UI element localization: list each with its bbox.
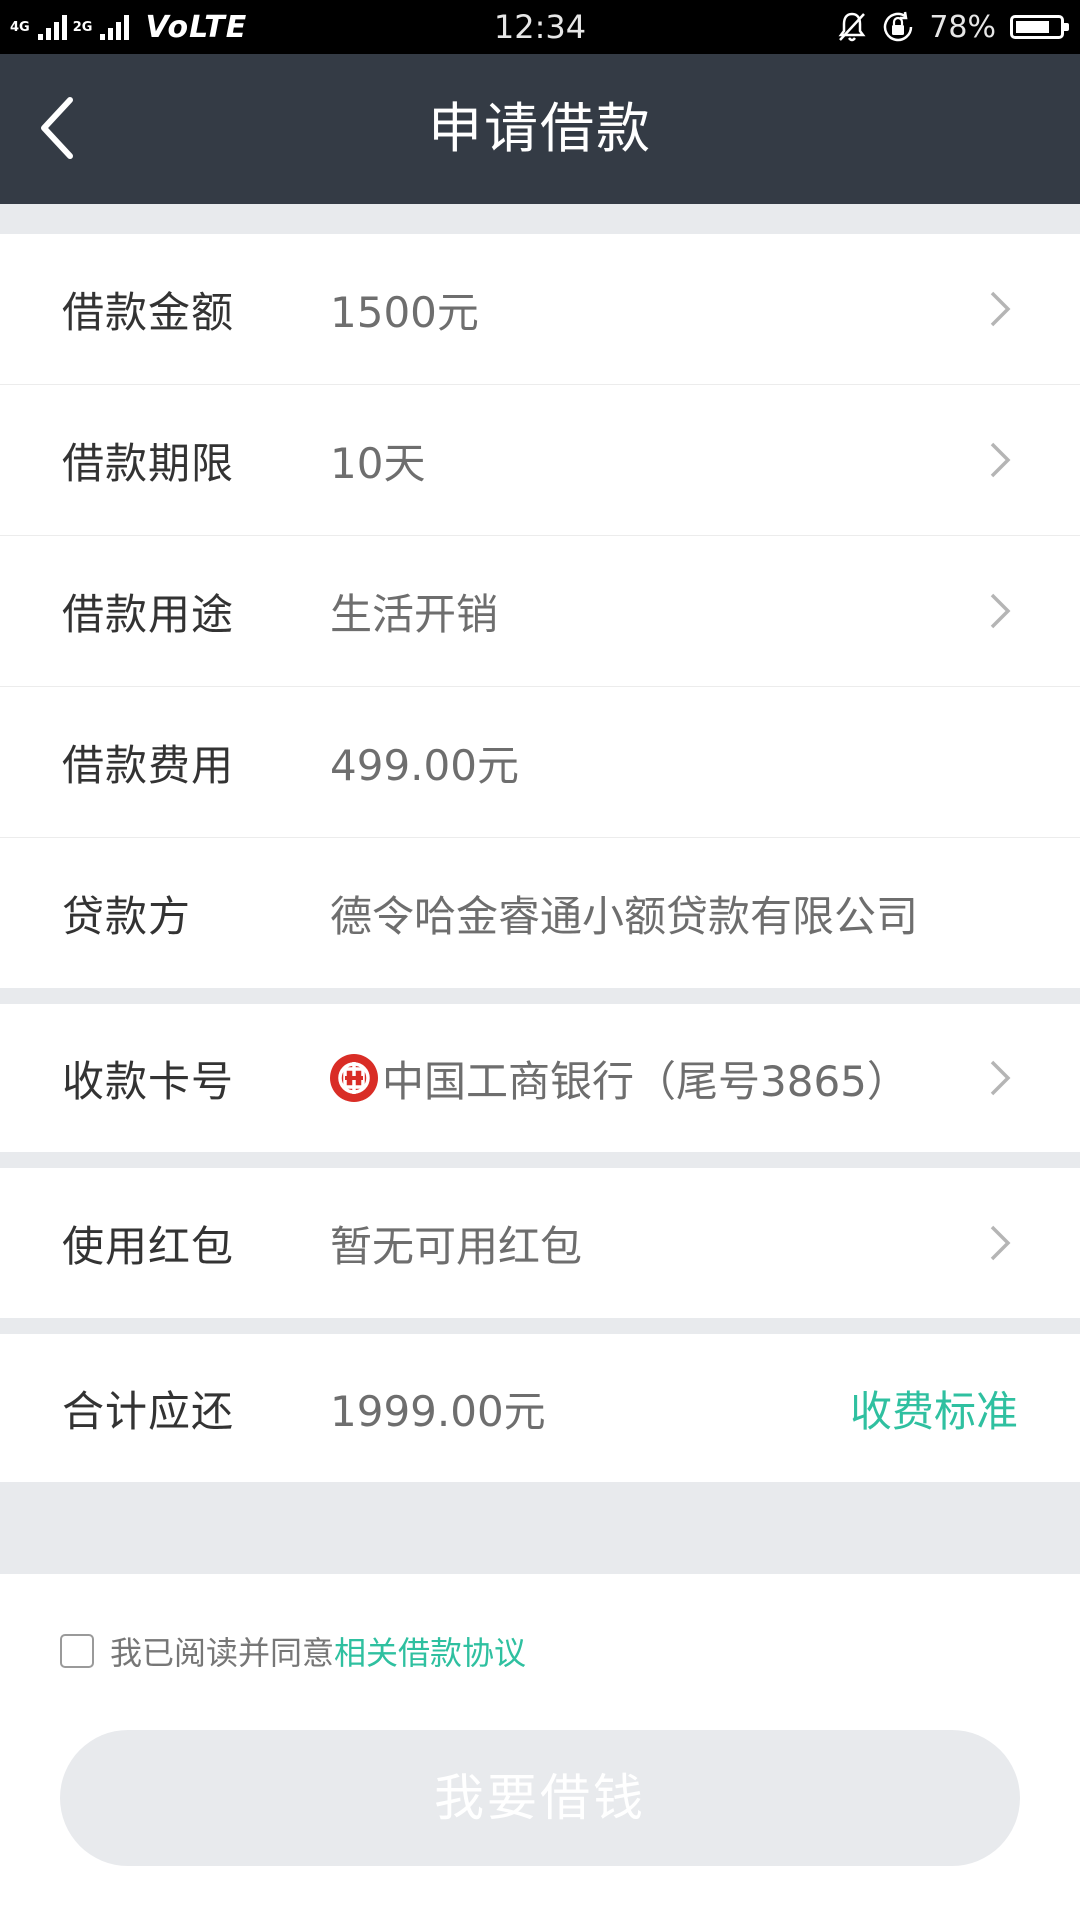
loan-amount-row[interactable]: 借款金额 1500元 (0, 234, 1080, 385)
row-value: 暂无可用红包 (330, 1221, 583, 1271)
row-label: 借款费用 (62, 740, 235, 790)
header: 申请借款 (0, 54, 1080, 204)
borrow-button[interactable]: 我要借钱 (60, 1730, 1020, 1866)
agreement-checkbox[interactable] (60, 1634, 94, 1668)
page-title: 申请借款 (428, 97, 652, 160)
section-separator (0, 1318, 1080, 1334)
status-icons: 78% (837, 0, 1069, 54)
mute-icon (838, 12, 866, 42)
icbc-logo-icon (330, 1054, 378, 1102)
row-value: 1500元 (330, 287, 479, 337)
row-value: 德令哈金睿通小额贷款有限公司 (330, 891, 919, 941)
agreement-link[interactable]: 相关借款协议 (334, 1628, 526, 1674)
row-value: 499.00元 (330, 740, 519, 790)
battery-icon (1010, 15, 1069, 39)
battery-level (1016, 21, 1049, 33)
chevron-right-icon (990, 1225, 1011, 1261)
section-separator (0, 1482, 1080, 1574)
lender-row: 贷款方 德令哈金睿通小额贷款有限公司 (0, 838, 1080, 988)
row-label: 合计应还 (62, 1386, 235, 1436)
chevron-right-icon (990, 1060, 1011, 1096)
row-label: 借款用途 (62, 589, 235, 639)
receiving-card-row[interactable]: 收款卡号 中国工商银行（尾号3865） (0, 1004, 1080, 1152)
agreement-prefix: 我已阅读并同意 (110, 1634, 335, 1672)
status-bar: 4G 2G VoLTE 12:34 78% (0, 0, 1080, 54)
section-separator (0, 988, 1080, 1004)
section-separator (0, 204, 1080, 234)
agreement-line: 我已阅读并同意 相关借款协议 (60, 1630, 526, 1672)
row-label: 收款卡号 (62, 1056, 235, 1106)
rotation-lock-icon (884, 11, 913, 42)
card-value: 中国工商银行（尾号3865） (330, 1004, 909, 1152)
total-value: 1999.00元 (330, 1386, 546, 1436)
chevron-right-icon (990, 593, 1011, 629)
chevron-right-icon (990, 442, 1011, 478)
total-repay-row: 合计应还 1999.00元 收费标准 (0, 1334, 1080, 1482)
row-value: 生活开销 (330, 589, 499, 639)
fee-standard-link[interactable]: 收费标准 (850, 1334, 1018, 1482)
row-label: 借款金额 (62, 287, 235, 337)
row-label: 使用红包 (62, 1221, 235, 1271)
chevron-right-icon (990, 291, 1011, 327)
card-bank-text: 中国工商银行（尾号3865） (382, 1056, 909, 1106)
loan-fee-row: 借款费用 499.00元 (0, 687, 1080, 838)
row-label: 贷款方 (62, 891, 192, 941)
loan-purpose-row[interactable]: 借款用途 生活开销 (0, 536, 1080, 687)
section-separator (0, 1152, 1080, 1168)
red-packet-row[interactable]: 使用红包 暂无可用红包 (0, 1168, 1080, 1318)
battery-percent: 78% (929, 9, 996, 45)
row-value: 10天 (330, 438, 426, 488)
loan-term-row[interactable]: 借款期限 10天 (0, 385, 1080, 536)
row-label: 借款期限 (62, 438, 235, 488)
